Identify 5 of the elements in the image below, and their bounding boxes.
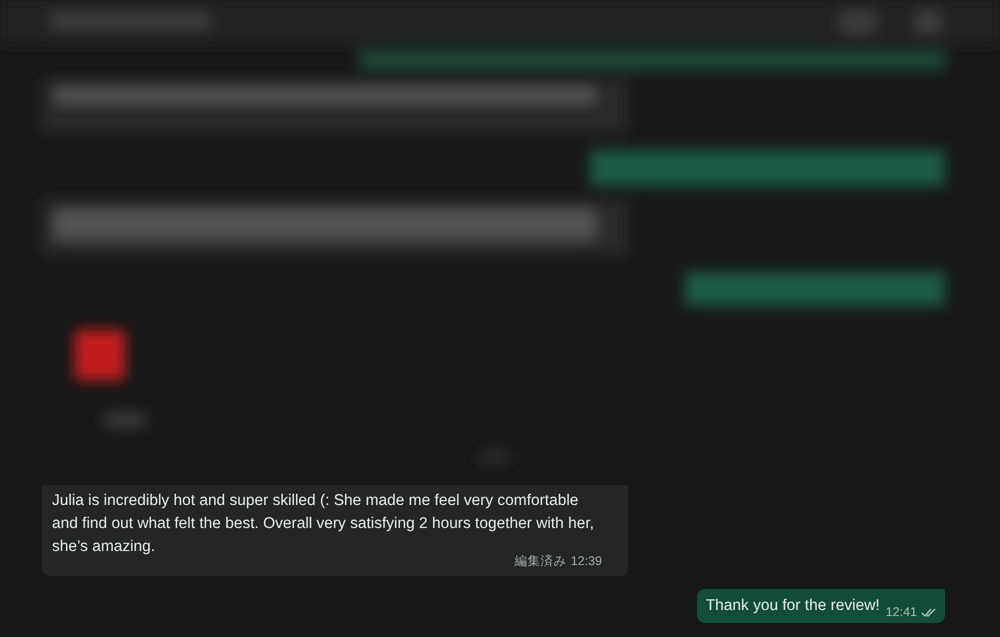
edited-label: 編集済み: [514, 554, 567, 568]
message-text: Thank you for the review!: [706, 596, 880, 616]
message-time: 12:39: [570, 554, 602, 568]
message-text: Julia is incredibly hot and super skilled (: She made me feel very comfortable and find out what felt the best. Overall very satisfying 2 hours together with her, she’s amazing.: [52, 491, 595, 555]
message-time: 12:41: [886, 605, 917, 619]
